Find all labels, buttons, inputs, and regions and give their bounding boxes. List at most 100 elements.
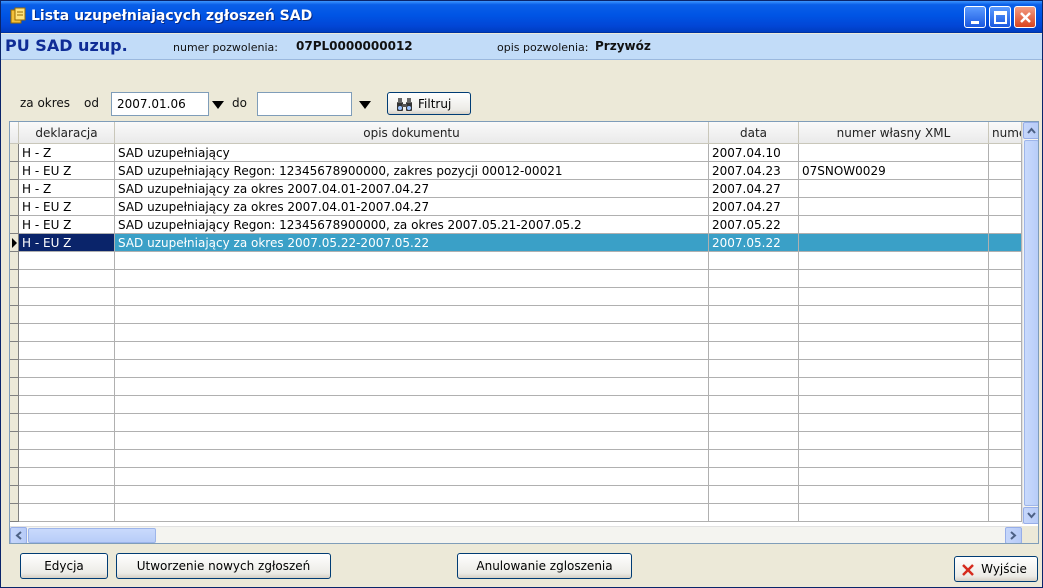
- row-indicator[interactable]: [10, 324, 19, 342]
- cell-opis[interactable]: SAD uzupełniający za okres 2007.04.01-20…: [115, 198, 709, 216]
- date-to-dropdown-icon[interactable]: [359, 101, 371, 109]
- cell-opis[interactable]: SAD uzupełniający za okres 2007.04.01-20…: [115, 180, 709, 198]
- date-from-field[interactable]: 2007.01.06: [111, 92, 209, 116]
- cell-numer[interactable]: [989, 144, 1022, 162]
- cell-data[interactable]: 2007.04.10: [709, 144, 799, 162]
- cell-opis[interactable]: SAD uzupełniający za okres 2007.05.22-20…: [115, 234, 709, 252]
- cell-deklaracja[interactable]: H - EU Z: [19, 234, 115, 252]
- empty-table-row: [10, 270, 1038, 288]
- cell-opis: [115, 342, 709, 360]
- cell-deklaracja[interactable]: H - Z: [19, 144, 115, 162]
- cell-data: [709, 396, 799, 414]
- scroll-left-button[interactable]: [10, 527, 27, 543]
- cell-data[interactable]: 2007.05.22: [709, 216, 799, 234]
- cell-xml[interactable]: 07SNOW0029: [799, 162, 989, 180]
- date-from-dropdown-icon[interactable]: [212, 101, 224, 109]
- row-indicator[interactable]: [10, 198, 19, 216]
- exit-button[interactable]: Wyjście: [954, 556, 1038, 582]
- date-to-field[interactable]: [257, 92, 352, 116]
- cell-numer[interactable]: [989, 234, 1022, 252]
- column-header-deklaracja[interactable]: deklaracja: [19, 122, 115, 144]
- row-indicator[interactable]: [10, 144, 19, 162]
- cell-xml[interactable]: [799, 198, 989, 216]
- cell-opis[interactable]: SAD uzupełniający Regon: 12345678900000,…: [115, 216, 709, 234]
- cell-deklaracja[interactable]: H - EU Z: [19, 162, 115, 180]
- cell-opis[interactable]: SAD uzupełniający Regon: 12345678900000,…: [115, 162, 709, 180]
- row-indicator[interactable]: [10, 378, 19, 396]
- row-indicator[interactable]: [10, 180, 19, 198]
- row-indicator[interactable]: [10, 468, 19, 486]
- cell-data: [709, 270, 799, 288]
- permit-number-label: numer pozwolenia:: [173, 41, 278, 54]
- row-indicator[interactable]: [10, 306, 19, 324]
- cell-xml[interactable]: [799, 180, 989, 198]
- cell-deklaracja[interactable]: H - Z: [19, 180, 115, 198]
- cell-data[interactable]: 2007.04.23: [709, 162, 799, 180]
- row-indicator[interactable]: [10, 252, 19, 270]
- column-header-xml[interactable]: numer własny XML: [799, 122, 989, 144]
- row-indicator[interactable]: [10, 396, 19, 414]
- column-header-data[interactable]: data: [709, 122, 799, 144]
- cell-deklaracja: [19, 468, 115, 486]
- row-indicator[interactable]: [10, 342, 19, 360]
- cell-xml[interactable]: [799, 216, 989, 234]
- close-icon[interactable]: [1014, 6, 1036, 28]
- row-indicator[interactable]: [10, 486, 19, 504]
- table-row[interactable]: H - EU Z SAD uzupełniający za okres 2007.…: [10, 198, 1038, 216]
- cell-data[interactable]: 2007.05.22: [709, 234, 799, 252]
- cell-deklaracja[interactable]: H - EU Z: [19, 216, 115, 234]
- cell-deklaracja: [19, 414, 115, 432]
- cell-data[interactable]: 2007.04.27: [709, 180, 799, 198]
- row-indicator[interactable]: [10, 414, 19, 432]
- row-indicator[interactable]: [10, 504, 19, 522]
- cell-deklaracja[interactable]: H - EU Z: [19, 198, 115, 216]
- cell-opis[interactable]: SAD uzupełniający: [115, 144, 709, 162]
- cell-numer[interactable]: [989, 162, 1022, 180]
- cell-data[interactable]: 2007.04.27: [709, 198, 799, 216]
- table-row[interactable]: H - EU Z SAD uzupełniający Regon: 1234567…: [10, 216, 1038, 234]
- create-new-button[interactable]: Utworzenie nowych zgłoszeń: [116, 553, 331, 579]
- table-row[interactable]: H - Z SAD uzupełniający za okres 2007.04.…: [10, 180, 1038, 198]
- row-indicator[interactable]: [10, 360, 19, 378]
- row-indicator[interactable]: [10, 288, 19, 306]
- row-indicator[interactable]: [10, 270, 19, 288]
- row-indicator[interactable]: [10, 162, 19, 180]
- cell-deklaracja: [19, 450, 115, 468]
- horizontal-scroll-thumb[interactable]: [28, 528, 156, 543]
- documents-grid[interactable]: deklaracja opis dokumentu data numer wła…: [9, 121, 1039, 544]
- minimize-icon[interactable]: [964, 6, 986, 28]
- cell-numer[interactable]: [989, 180, 1022, 198]
- maximize-icon[interactable]: [989, 6, 1011, 28]
- vertical-scroll-thumb[interactable]: [1024, 140, 1038, 506]
- cell-numer: [989, 342, 1022, 360]
- empty-table-row: [10, 306, 1038, 324]
- cell-data: [709, 324, 799, 342]
- cell-xml[interactable]: [799, 144, 989, 162]
- cancel-declaration-button[interactable]: Anulowanie zgloszenia: [457, 553, 632, 579]
- cell-numer[interactable]: [989, 198, 1022, 216]
- filter-button[interactable]: Filtruj: [387, 92, 471, 115]
- table-row[interactable]: H - Z SAD uzupełniający 2007.04.10: [10, 144, 1038, 162]
- horizontal-scrollbar[interactable]: [10, 526, 1022, 543]
- table-row[interactable]: H - EU Z SAD uzupełniający za okres 2007.…: [10, 234, 1038, 252]
- title-bar[interactable]: Lista uzupełniających zgłoszeń SAD: [1, 1, 1042, 33]
- scroll-down-button[interactable]: [1023, 507, 1038, 524]
- row-indicator[interactable]: [10, 216, 19, 234]
- edit-button[interactable]: Edycja: [20, 553, 108, 579]
- vertical-scrollbar[interactable]: [1022, 122, 1038, 524]
- row-indicator[interactable]: [10, 450, 19, 468]
- cell-xml[interactable]: [799, 234, 989, 252]
- column-header-numer[interactable]: numer: [989, 122, 1022, 144]
- cell-numer[interactable]: [989, 216, 1022, 234]
- row-indicator[interactable]: [10, 234, 19, 252]
- table-row[interactable]: H - EU Z SAD uzupełniający Regon: 1234567…: [10, 162, 1038, 180]
- scrollbar-corner: [1022, 526, 1038, 543]
- scroll-right-button[interactable]: [1005, 527, 1022, 543]
- cell-xml: [799, 360, 989, 378]
- cell-xml: [799, 450, 989, 468]
- column-header-opis[interactable]: opis dokumentu: [115, 122, 709, 144]
- cell-data: [709, 252, 799, 270]
- cell-deklaracja: [19, 324, 115, 342]
- row-indicator[interactable]: [10, 432, 19, 450]
- scroll-up-button[interactable]: [1023, 122, 1038, 139]
